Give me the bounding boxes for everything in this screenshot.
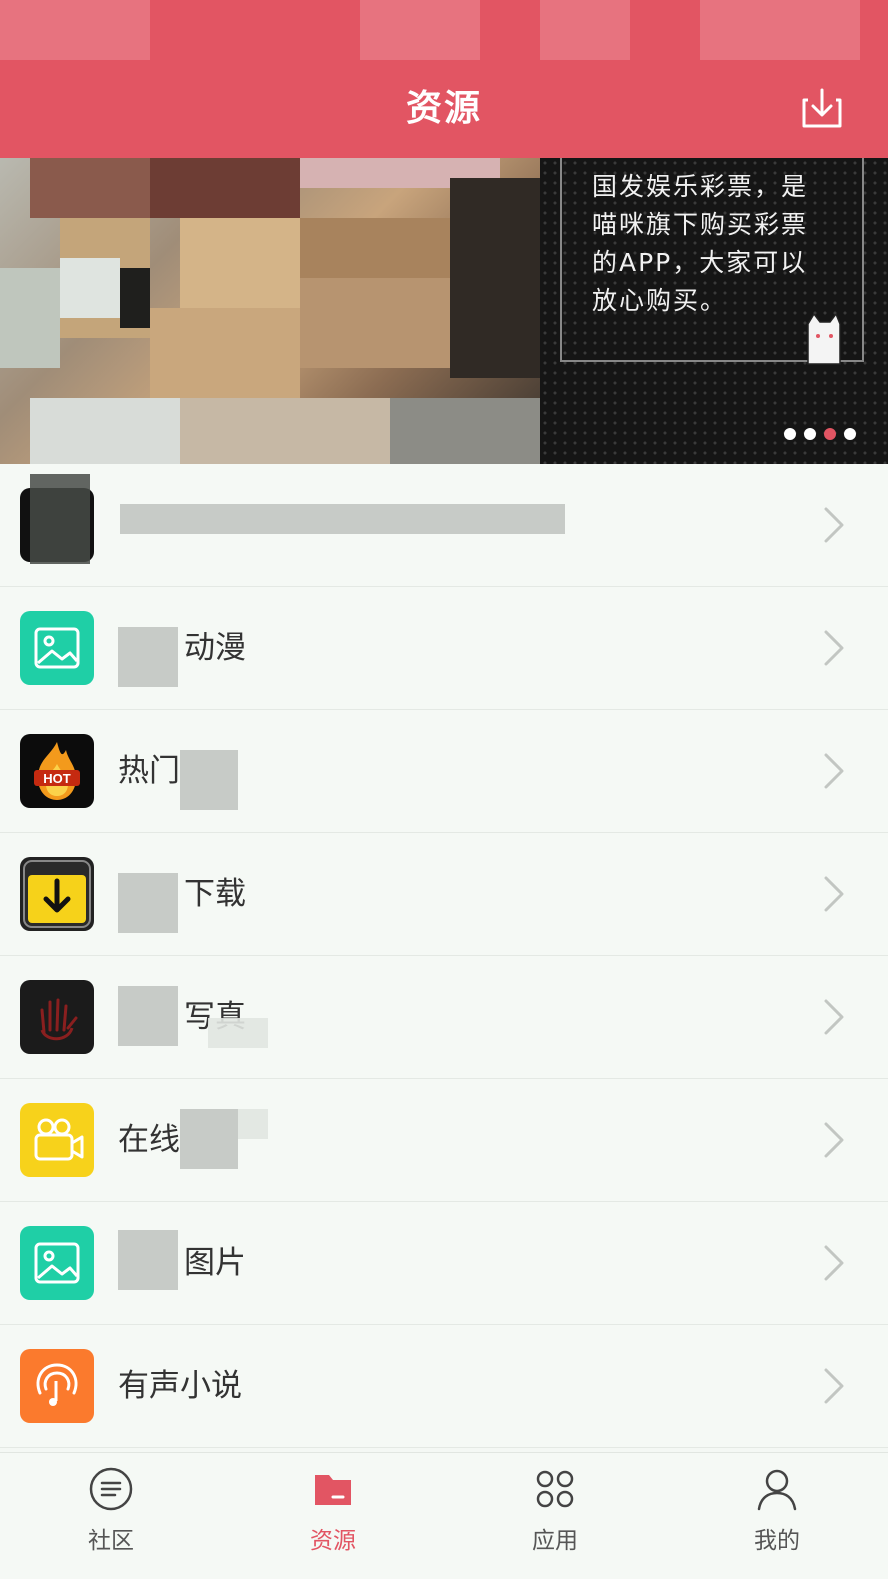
banner-carousel[interactable]: 国发娱乐彩票，是 喵咪旗下购买彩票 的APP，大家可以 放心购买。 — [0, 158, 888, 464]
nav-item-profile[interactable]: 我的 — [666, 1453, 888, 1579]
list-item-label: 有声小说 — [118, 1368, 242, 1404]
redacted-mosaic — [30, 474, 90, 564]
nav-label: 应用 — [532, 1528, 578, 1554]
chevron-right-icon — [824, 630, 844, 666]
banner-photo — [0, 158, 560, 464]
list-item[interactable]: 图片 — [0, 1202, 888, 1325]
list-item-label: 下载 — [184, 876, 246, 912]
indicator-dot[interactable] — [844, 428, 856, 440]
chevron-right-icon — [824, 753, 844, 789]
list-item-label: 在线 — [118, 1122, 180, 1158]
image-icon — [20, 1226, 94, 1300]
indicator-dot-active[interactable] — [824, 428, 836, 440]
chevron-right-icon — [824, 876, 844, 912]
list-item[interactable]: 下载 — [0, 833, 888, 956]
page-title: 资源 — [405, 88, 482, 129]
chevron-right-icon — [824, 507, 844, 543]
list-item-label: 图片 — [184, 1245, 246, 1281]
redacted-mosaic — [118, 986, 178, 1046]
indicator-dot[interactable] — [784, 428, 796, 440]
nav-label: 社区 — [88, 1528, 134, 1554]
list-item[interactable]: 有声小说 — [0, 1325, 888, 1448]
list-item-label: 动漫 — [184, 630, 246, 666]
community-list-icon — [89, 1467, 133, 1511]
redacted-mosaic — [180, 750, 238, 810]
status-bar — [0, 0, 888, 60]
list-item-label: 写真 — [184, 999, 246, 1035]
resource-list: 动漫 HOT 热门 下载 写真 在线 图片 有声小说 — [0, 464, 888, 1448]
svg-text:HOT: HOT — [43, 771, 71, 786]
redacted-mosaic — [118, 627, 178, 687]
list-item-label: 热门 — [118, 753, 180, 789]
redacted-mosaic — [208, 1018, 268, 1048]
profile-icon — [757, 1469, 797, 1511]
chevron-right-icon — [824, 999, 844, 1035]
redacted-mosaic — [118, 873, 178, 933]
list-item[interactable]: 写真 — [0, 956, 888, 1079]
folder-icon — [315, 1475, 351, 1505]
redacted-mosaic — [118, 1230, 178, 1290]
list-item[interactable]: 动漫 — [0, 587, 888, 710]
chevron-right-icon — [824, 1122, 844, 1158]
header-bar: 资源 — [0, 60, 888, 158]
hot-fire-icon: HOT — [20, 734, 94, 808]
list-item[interactable]: HOT 热门 — [0, 710, 888, 833]
video-camera-icon — [20, 1103, 94, 1177]
nav-item-community[interactable]: 社区 — [0, 1453, 222, 1579]
nav-label: 我的 — [754, 1528, 800, 1554]
bottom-nav: 社区 资源 应用 我的 — [0, 1452, 888, 1579]
download-icon[interactable] — [800, 86, 844, 130]
list-item[interactable] — [0, 464, 888, 587]
nav-item-apps[interactable]: 应用 — [444, 1453, 666, 1579]
carousel-indicator[interactable] — [784, 428, 856, 440]
download-icon — [20, 857, 94, 931]
redacted-mosaic — [238, 1109, 268, 1139]
hand-icon — [20, 980, 94, 1054]
nav-label: 资源 — [310, 1528, 356, 1554]
banner-ad-text: 国发娱乐彩票，是 喵咪旗下购买彩票 的APP，大家可以 放心购买。 — [592, 172, 809, 315]
indicator-dot[interactable] — [804, 428, 816, 440]
redacted-mosaic — [180, 1109, 238, 1169]
chevron-right-icon — [824, 1245, 844, 1281]
audio-book-icon — [20, 1349, 94, 1423]
cat-mascot-icon — [807, 314, 841, 365]
redacted-mosaic — [120, 504, 565, 534]
image-icon — [20, 611, 94, 685]
list-item[interactable]: 在线 — [0, 1079, 888, 1202]
nav-item-resources[interactable]: 资源 — [222, 1453, 444, 1579]
apps-grid-icon — [536, 1470, 574, 1508]
chevron-right-icon — [824, 1368, 844, 1404]
